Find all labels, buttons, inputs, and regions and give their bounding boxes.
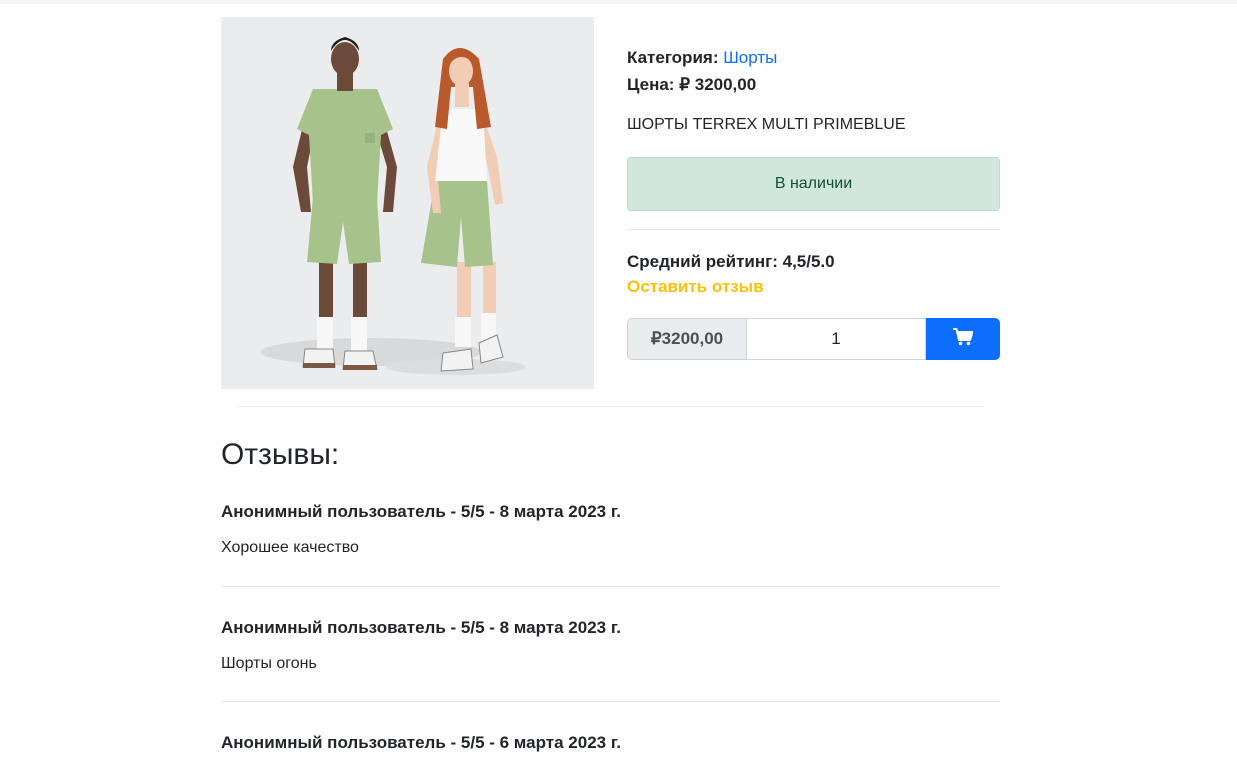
- rating-value: 4,5/5.0: [782, 252, 835, 271]
- review-header: Анонимный пользователь - 5/5 - 6 марта 2…: [221, 733, 621, 752]
- cart-price-addon: ₽3200,00: [627, 318, 747, 360]
- review-text: Хорошее качество: [221, 539, 359, 556]
- product-image: [221, 17, 594, 389]
- review-header: Анонимный пользователь - 5/5 - 8 марта 2…: [221, 618, 621, 637]
- review-divider: [221, 701, 1000, 702]
- category-link[interactable]: Шорты: [723, 48, 777, 67]
- quantity-input[interactable]: [747, 318, 926, 360]
- product-info: Категория: Шорты Цена: ₽ 3200,00 ШОРТЫ T…: [627, 44, 1000, 135]
- review-text: Шорты огонь: [221, 655, 317, 672]
- review-item: Анонимный пользователь - 5/5 - 6 марта 2…: [221, 732, 1000, 754]
- review-item: Анонимный пользователь - 5/5 - 8 марта 2…: [221, 617, 1000, 675]
- review-header: Анонимный пользователь - 5/5 - 8 марта 2…: [221, 502, 621, 521]
- leave-review-link[interactable]: Оставить отзыв: [627, 276, 764, 298]
- price-label: Цена:: [627, 75, 675, 94]
- average-rating: Средний рейтинг: 4,5/5.0: [627, 250, 835, 274]
- price-value: ₽ 3200,00: [679, 75, 757, 94]
- stock-status-alert: В наличии: [627, 157, 1000, 211]
- review-item: Анонимный пользователь - 5/5 - 8 марта 2…: [221, 501, 1000, 559]
- rating-label: Средний рейтинг:: [627, 252, 778, 271]
- reviews-title: Отзывы:: [221, 438, 340, 471]
- add-to-cart-group: ₽3200,00: [627, 318, 1000, 360]
- category-label: Категория:: [627, 48, 719, 67]
- add-to-cart-button[interactable]: [926, 318, 1000, 360]
- price-line: Цена: ₽ 3200,00: [627, 71, 1000, 98]
- top-nav-strip: [0, 0, 1237, 4]
- category-line: Категория: Шорты: [627, 44, 1000, 71]
- stock-status-text: В наличии: [774, 175, 853, 192]
- divider: [627, 229, 1000, 230]
- review-divider: [221, 586, 1000, 587]
- product-name: ШОРТЫ TERREX MULTI PRIMEBLUE: [627, 116, 906, 133]
- cart-icon: [953, 327, 974, 351]
- divider: [238, 406, 984, 407]
